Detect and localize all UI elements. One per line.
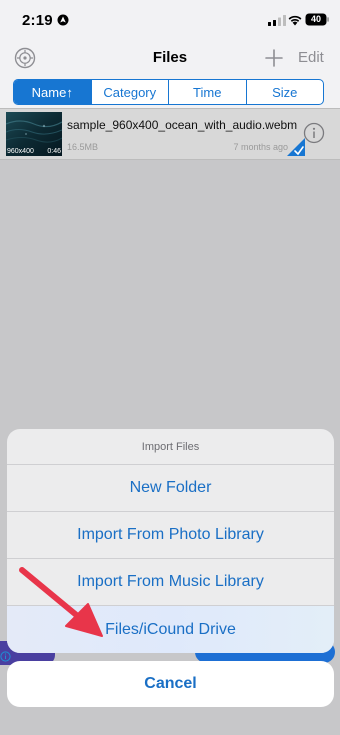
wifi-icon <box>288 15 302 26</box>
action-sheet-title: Import Files <box>7 429 334 465</box>
thumbnail-duration: 0:46 <box>47 148 61 155</box>
sort-segmented-control: Name↑ Category Time Size <box>13 79 324 105</box>
import-photo-library-button[interactable]: Import From Photo Library <box>7 512 334 559</box>
sort-bar: Name↑ Category Time Size <box>0 76 340 108</box>
sort-tab-size[interactable]: Size <box>245 80 324 104</box>
sort-tab-name[interactable]: Name↑ <box>14 80 91 104</box>
cellular-signal-icon <box>268 15 286 26</box>
battery-level: 40 <box>310 14 321 24</box>
status-time: 2:19 <box>22 12 53 29</box>
annotation-arrow-icon <box>19 567 103 637</box>
video-thumbnail: 960x400 0:46 <box>6 112 62 156</box>
new-folder-button[interactable]: New Folder <box>7 465 334 512</box>
focus-mode-icon <box>57 14 69 26</box>
page-title: Files <box>152 49 188 66</box>
sort-tab-category[interactable]: Category <box>90 80 169 104</box>
cancel-button[interactable]: Cancel <box>7 661 334 707</box>
ad-choices-icon <box>0 651 11 662</box>
file-list: 960x400 0:46 sample_960x400_ocean_with_a… <box>0 108 340 160</box>
sort-tab-time[interactable]: Time <box>168 80 246 104</box>
info-icon[interactable] <box>303 122 325 144</box>
file-size: 16.5MB <box>67 142 99 152</box>
status-bar: 2:19 40 <box>0 0 340 40</box>
file-name: sample_960x400_ocean_with_audio.webm <box>67 118 298 132</box>
navigation-bar: Files Edit <box>0 40 340 76</box>
add-icon[interactable] <box>264 48 284 68</box>
file-date: 7 months ago <box>233 142 288 152</box>
edit-button[interactable]: Edit <box>298 49 324 66</box>
thumbnail-resolution: 960x400 <box>7 148 34 155</box>
